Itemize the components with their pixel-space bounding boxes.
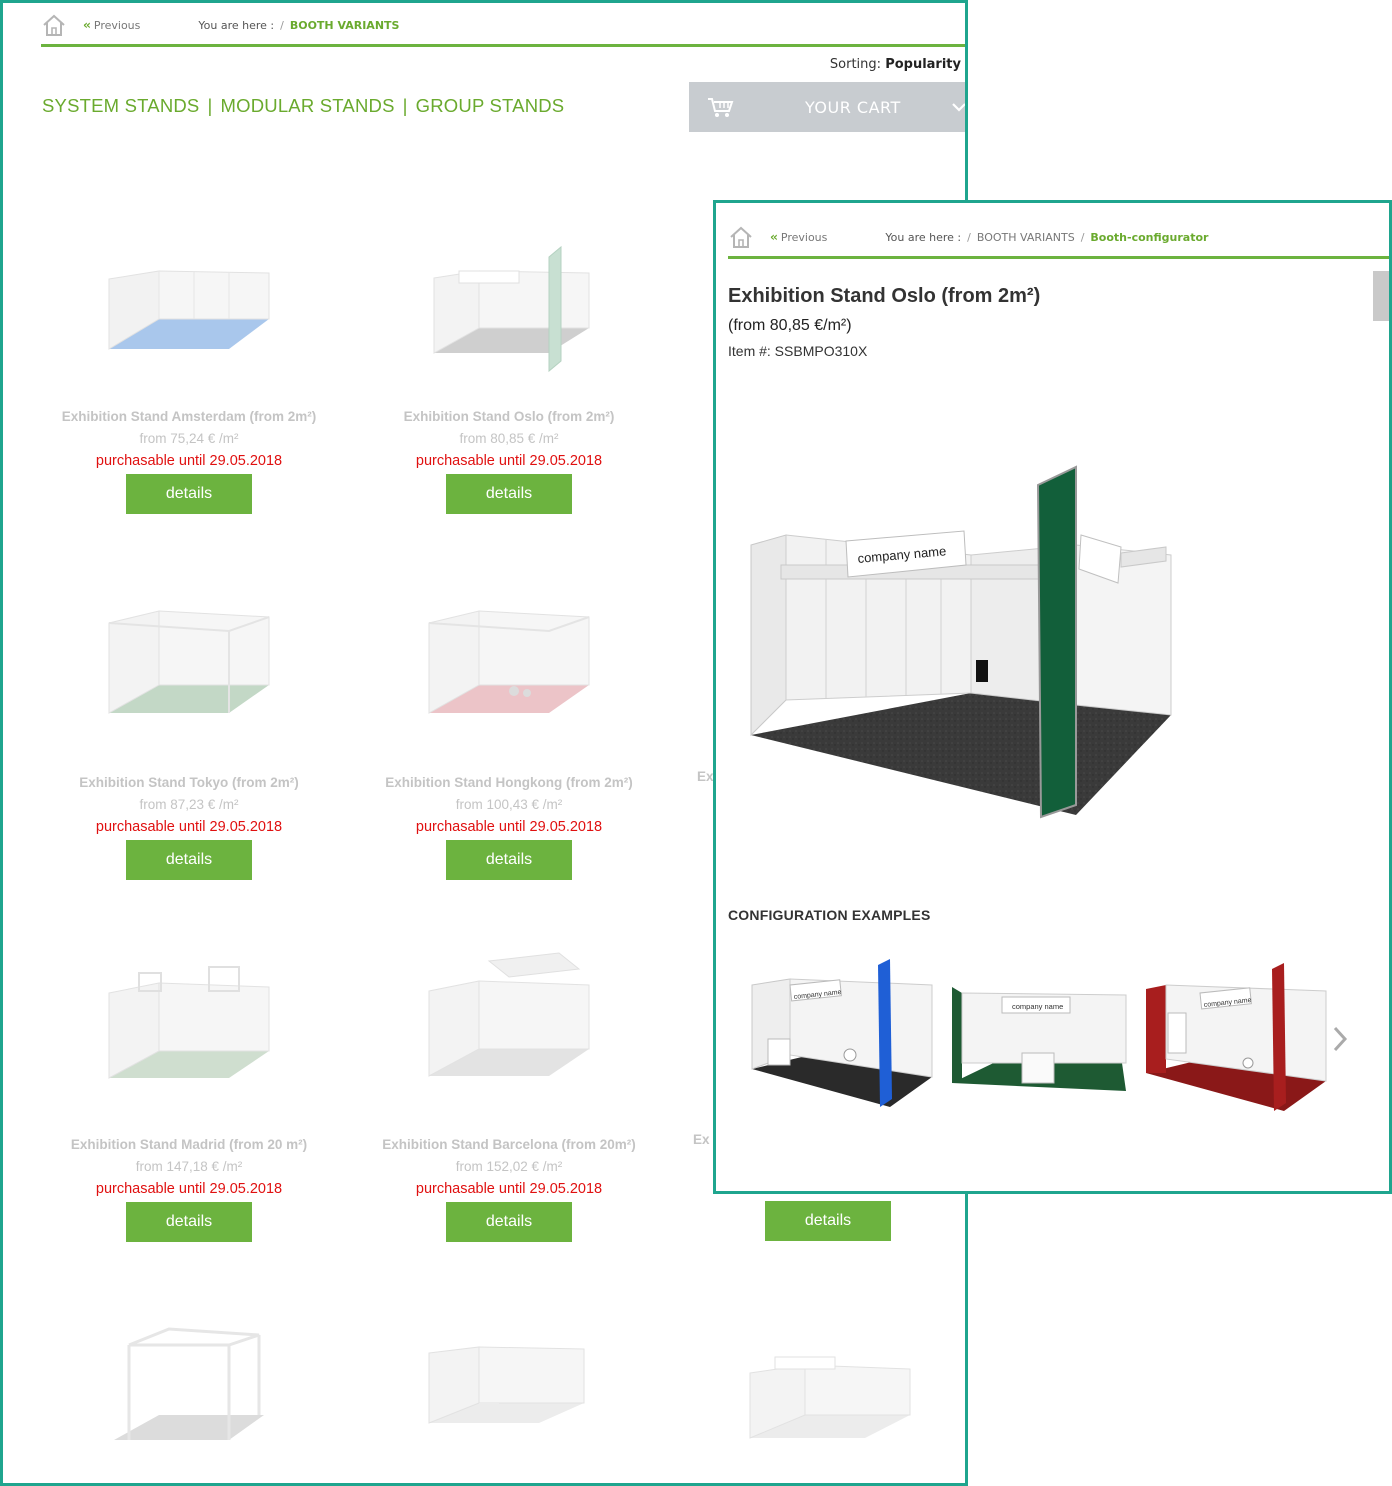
booth-image — [428, 952, 590, 1077]
product-card-tokyo: Exhibition Stand Tokyo (from 2m²) from 8… — [29, 603, 349, 880]
example-sign-text: company name — [1012, 1002, 1063, 1011]
details-button[interactable]: details — [446, 474, 572, 514]
product-availability: purchasable until 29.05.2018 — [415, 819, 603, 835]
config-example-3[interactable]: company name — [1144, 963, 1330, 1115]
header-divider — [41, 44, 965, 47]
booth-image — [108, 966, 270, 1079]
booth-configurator-window: ‹‹ Previous You are here : / BOOTH VARIA… — [713, 200, 1392, 1194]
sorting-label: Sorting: — [829, 57, 882, 72]
cart-button[interactable]: YOUR CART — [689, 82, 965, 132]
nav-separator: | — [402, 95, 408, 116]
chevron-down-icon — [952, 103, 965, 112]
sorting-value: Popularity — [885, 57, 961, 72]
product-title: Exhibition Stand Oslo (from 2m²) — [403, 409, 615, 424]
product-title: Exhibition Stand Oslo (from 2m²) — [728, 285, 1041, 307]
category-nav: SYSTEM STANDS | MODULAR STANDS | GROUP STAND… — [42, 95, 564, 117]
product-availability: purchasable until 29.05.2018 — [415, 453, 603, 469]
configuration-examples-heading: CONFIGURATION EXAMPLES — [728, 907, 931, 923]
product-price: from 152,02 € /m² — [455, 1159, 563, 1174]
breadcrumb-separator: / — [1080, 230, 1085, 244]
example-panel — [1272, 963, 1286, 1111]
product-availability: purchasable until 29.05.2018 — [95, 453, 283, 469]
product-card-madrid: Exhibition Stand Madrid (from 20 m²) fro… — [29, 963, 349, 1242]
product-title: Exhibition Stand Amsterdam (from 2m²) — [61, 409, 317, 424]
details-button[interactable]: details — [126, 1202, 252, 1242]
chevron-right-icon[interactable] — [1330, 1025, 1350, 1053]
product-title-partial: Ex — [693, 1132, 710, 1147]
breadcrumb: ‹‹ Previous You are here : / BOOTH VARIA… — [41, 11, 965, 39]
details-button[interactable]: details — [765, 1201, 891, 1241]
product-title: Exhibition Stand Barcelona (from 20m²) — [382, 1137, 636, 1152]
breadcrumb-separator: / — [967, 230, 971, 244]
product-title: Exhibition Stand Madrid (from 20 m²) — [70, 1137, 308, 1152]
breadcrumb-booth-variants[interactable]: BOOTH VARIANTS — [977, 231, 1075, 244]
cart-icon — [708, 98, 734, 117]
previous-label: Previous — [93, 18, 141, 32]
previous-label: Previous — [780, 230, 828, 244]
details-button[interactable]: details — [126, 474, 252, 514]
product-price: (from 80,85 €/m²) — [728, 317, 852, 334]
booth-image — [428, 1346, 585, 1424]
example-panel — [1146, 985, 1166, 1073]
example-panel — [952, 987, 962, 1083]
breadcrumb-booth-variants[interactable]: BOOTH VARIANTS — [290, 19, 400, 32]
breadcrumb-booth-configurator[interactable]: Booth-configurator — [1090, 231, 1208, 244]
product-availability: purchasable until 29.05.2018 — [95, 819, 283, 835]
product-availability: purchasable until 29.05.2018 — [415, 1181, 603, 1197]
config-example-2[interactable]: company name — [950, 983, 1130, 1093]
nav-separator: | — [207, 95, 213, 116]
booth-image — [433, 245, 590, 373]
booth-image — [108, 610, 270, 714]
booth-main-image: company name — [750, 465, 1172, 819]
product-title-partial: Ex — [697, 769, 714, 784]
product-card-oslo: Exhibition Stand Oslo (from 2m²) from 80… — [349, 243, 669, 514]
config-example-1[interactable]: company name — [750, 959, 936, 1115]
breadcrumb-separator: / — [280, 18, 284, 32]
previous-link[interactable]: ‹‹ Previous — [770, 230, 827, 244]
home-icon[interactable] — [41, 12, 67, 38]
you-are-here-label: You are here : — [198, 18, 275, 32]
cart-label: YOUR CART — [805, 97, 901, 117]
details-button[interactable]: details — [126, 840, 252, 880]
item-number: Item #: SSBMPO310X — [728, 343, 868, 359]
details-button[interactable]: details — [446, 1202, 572, 1242]
home-icon[interactable] — [728, 224, 754, 250]
booth-image — [108, 270, 270, 350]
scrollbar-thumb[interactable] — [1373, 271, 1389, 321]
booth-image — [749, 1356, 911, 1439]
product-card-barcelona: Exhibition Stand Barcelona (from 20m²) f… — [349, 951, 669, 1242]
you-are-here-label: You are here : — [885, 230, 962, 244]
example-panel — [878, 959, 892, 1107]
product-price: from 100,43 € /m² — [455, 797, 563, 812]
product-card-amsterdam: Exhibition Stand Amsterdam (from 2m²) fr… — [29, 269, 349, 514]
product-card-hongkong: Exhibition Stand Hongkong (from 2m²) fro… — [349, 603, 669, 880]
nav-system-stands[interactable]: SYSTEM STANDS — [42, 95, 199, 116]
double-chevron-left-icon: ‹‹ — [83, 18, 91, 32]
breadcrumb: ‹‹ Previous You are here : / BOOTH VARIA… — [728, 223, 1378, 251]
product-title: Exhibition Stand Hongkong (from 2m²) — [385, 775, 633, 790]
booth-image — [428, 610, 590, 714]
product-price: from 147,18 € /m² — [135, 1159, 243, 1174]
header-divider — [728, 256, 1389, 259]
product-price: from 87,23 € /m² — [139, 797, 239, 812]
previous-link[interactable]: ‹‹ Previous — [83, 18, 140, 32]
details-button[interactable]: details — [446, 840, 572, 880]
product-price: from 75,24 € /m² — [139, 431, 239, 446]
product-availability: purchasable until 29.05.2018 — [95, 1181, 283, 1197]
double-chevron-left-icon: ‹‹ — [770, 230, 778, 244]
product-price: from 80,85 € /m² — [459, 431, 559, 446]
booth-image — [114, 1327, 264, 1440]
nav-modular-stands[interactable]: MODULAR STANDS — [221, 95, 395, 116]
sorting-control[interactable]: Sorting: Popularity — [830, 57, 961, 72]
product-title: Exhibition Stand Tokyo (from 2m²) — [79, 775, 299, 790]
nav-group-stands[interactable]: GROUP STANDS — [416, 95, 565, 116]
